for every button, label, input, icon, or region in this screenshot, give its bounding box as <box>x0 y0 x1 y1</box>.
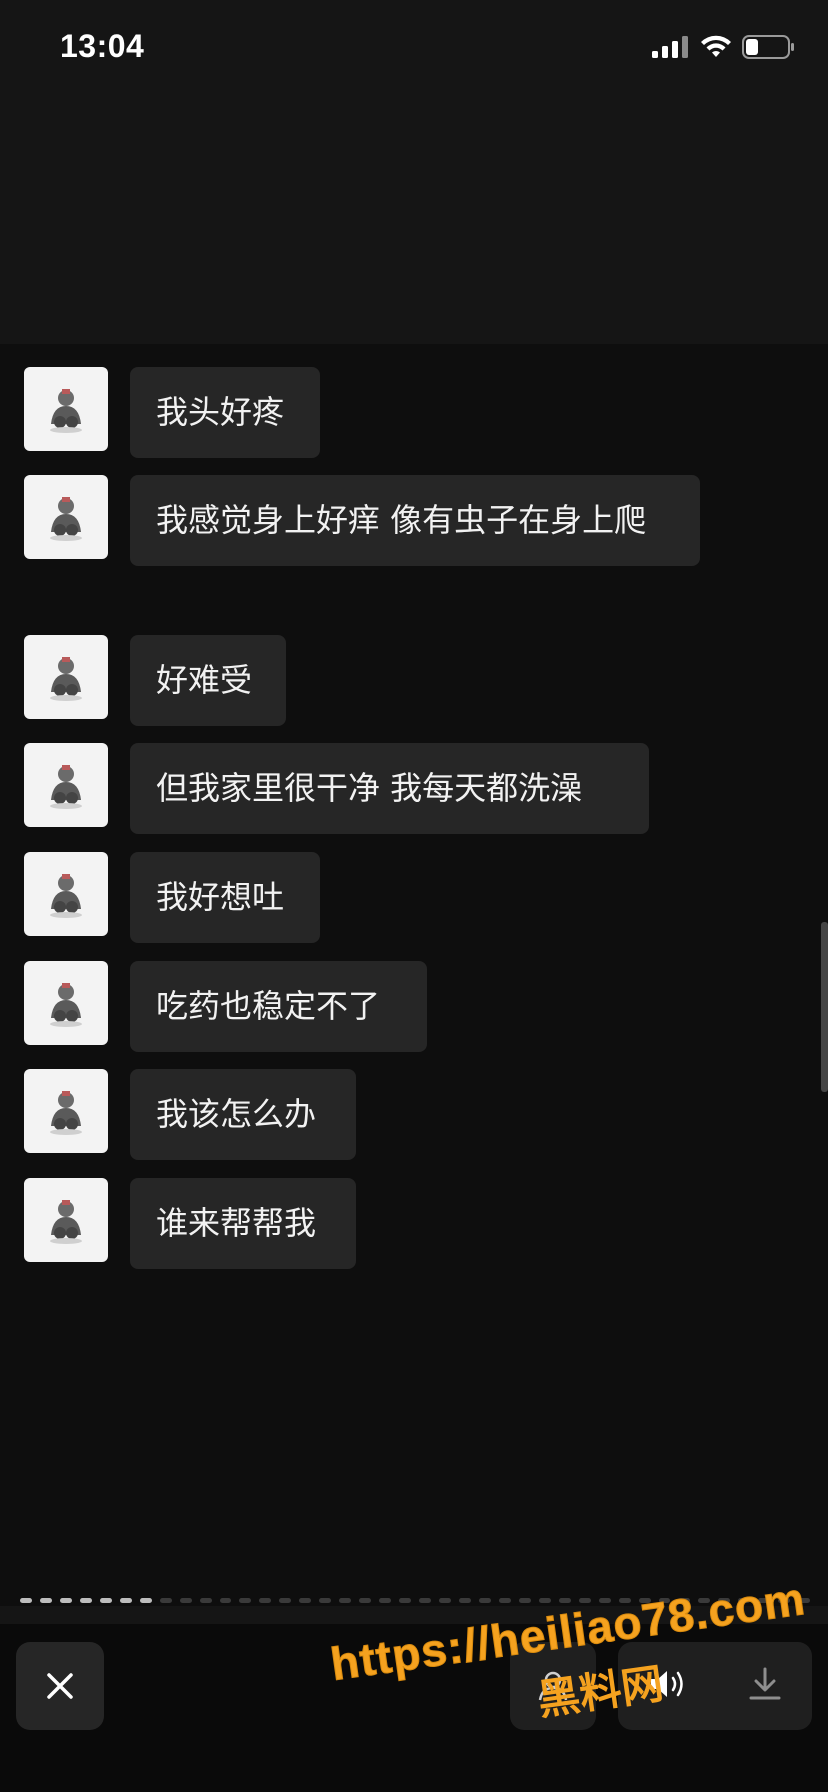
chat-area[interactable]: 我头好疼 我感觉身上好痒 像有虫子在身上爬 好难受 但我家里很干净 我每天都洗澡… <box>0 344 828 1606</box>
avatar-figure-icon <box>50 874 82 918</box>
message-row: 我好想吐 <box>24 852 320 943</box>
avatar-figure-icon <box>50 1091 82 1135</box>
avatar[interactable] <box>24 1069 108 1153</box>
progress-segment <box>379 1598 392 1603</box>
progress-segment <box>359 1598 372 1603</box>
progress-segment <box>798 1598 811 1603</box>
message-bubble: 好难受 <box>130 635 286 726</box>
progress-segment <box>458 1598 471 1603</box>
progress-segment <box>478 1598 491 1603</box>
progress-segment <box>299 1598 312 1603</box>
progress-segment <box>179 1598 192 1603</box>
progress-segment <box>498 1598 511 1603</box>
avatar[interactable] <box>24 367 108 451</box>
download-icon <box>749 1667 780 1700</box>
progress-segment <box>618 1598 631 1603</box>
progress-segment <box>279 1598 292 1603</box>
story-progress-bar <box>20 1598 811 1606</box>
avatar[interactable] <box>24 1178 108 1262</box>
close-button[interactable] <box>16 1642 104 1730</box>
progress-segment <box>79 1598 92 1603</box>
profile-button[interactable] <box>510 1642 596 1730</box>
progress-segment <box>638 1598 651 1603</box>
message-bubble: 我感觉身上好痒 像有虫子在身上爬 <box>130 475 700 566</box>
progress-segment <box>538 1598 551 1603</box>
message-row: 谁来帮帮我 <box>24 1178 356 1269</box>
progress-segment <box>698 1598 711 1603</box>
progress-segment <box>119 1598 132 1603</box>
progress-segment <box>718 1598 731 1603</box>
message-row: 好难受 <box>24 635 286 726</box>
media-controls <box>618 1642 812 1730</box>
progress-segment <box>39 1598 52 1603</box>
progress-segment <box>598 1598 611 1603</box>
progress-segment <box>59 1598 72 1603</box>
progress-segment <box>219 1598 232 1603</box>
bottom-toolbar <box>0 1624 828 1792</box>
message-bubble: 但我家里很干净 我每天都洗澡 <box>130 743 649 834</box>
message-bubble: 吃药也稳定不了 <box>130 961 427 1052</box>
message-row: 我该怎么办 <box>24 1069 356 1160</box>
avatar[interactable] <box>24 961 108 1045</box>
progress-segment <box>339 1598 352 1603</box>
avatar-figure-icon <box>50 983 82 1027</box>
message-row: 吃药也稳定不了 <box>24 961 427 1052</box>
message-row: 但我家里很干净 我每天都洗澡 <box>24 743 649 834</box>
avatar-figure-icon <box>50 1200 82 1244</box>
message-bubble: 我该怎么办 <box>130 1069 356 1160</box>
person-icon <box>538 1671 568 1701</box>
progress-segment <box>199 1598 212 1603</box>
signal-icon <box>652 36 690 62</box>
status-time: 13:04 <box>60 28 145 64</box>
avatar[interactable] <box>24 852 108 936</box>
progress-segment <box>658 1598 671 1603</box>
download-button[interactable] <box>747 1666 783 1706</box>
header-blank-area <box>0 100 828 344</box>
battery-icon <box>742 34 796 64</box>
avatar-figure-icon <box>50 497 82 541</box>
avatar[interactable] <box>24 475 108 559</box>
avatar[interactable] <box>24 635 108 719</box>
progress-segment <box>20 1598 32 1603</box>
progress-segment <box>558 1598 571 1603</box>
progress-segment <box>259 1598 272 1603</box>
progress-segment <box>738 1598 751 1603</box>
close-icon <box>47 1673 73 1699</box>
message-bubble: 谁来帮帮我 <box>130 1178 356 1269</box>
progress-segment <box>518 1598 531 1603</box>
progress-segment <box>399 1598 412 1603</box>
speaker-icon <box>650 1671 683 1697</box>
progress-segment <box>159 1598 172 1603</box>
message-bubble: 我头好疼 <box>130 367 320 458</box>
message-bubble: 我好想吐 <box>130 852 320 943</box>
progress-segment <box>678 1598 691 1603</box>
avatar[interactable] <box>24 743 108 827</box>
status-bar: 13:04 <box>0 0 828 100</box>
progress-segment <box>419 1598 432 1603</box>
avatar-figure-icon <box>50 657 82 701</box>
avatar-figure-icon <box>50 389 82 433</box>
status-icons <box>652 34 796 64</box>
message-row: 我感觉身上好痒 像有虫子在身上爬 <box>24 475 700 566</box>
progress-segment <box>99 1598 112 1603</box>
progress-segment <box>239 1598 252 1603</box>
progress-segment <box>758 1598 771 1603</box>
volume-button[interactable] <box>648 1667 688 1705</box>
message-row: 我头好疼 <box>24 367 320 458</box>
wifi-icon <box>700 35 732 63</box>
scrollbar-thumb[interactable] <box>821 922 828 1092</box>
progress-segment <box>439 1598 451 1603</box>
progress-segment <box>139 1598 152 1603</box>
avatar-figure-icon <box>50 765 82 809</box>
progress-segment <box>578 1598 591 1603</box>
progress-segment <box>778 1598 791 1603</box>
progress-segment <box>319 1598 332 1603</box>
